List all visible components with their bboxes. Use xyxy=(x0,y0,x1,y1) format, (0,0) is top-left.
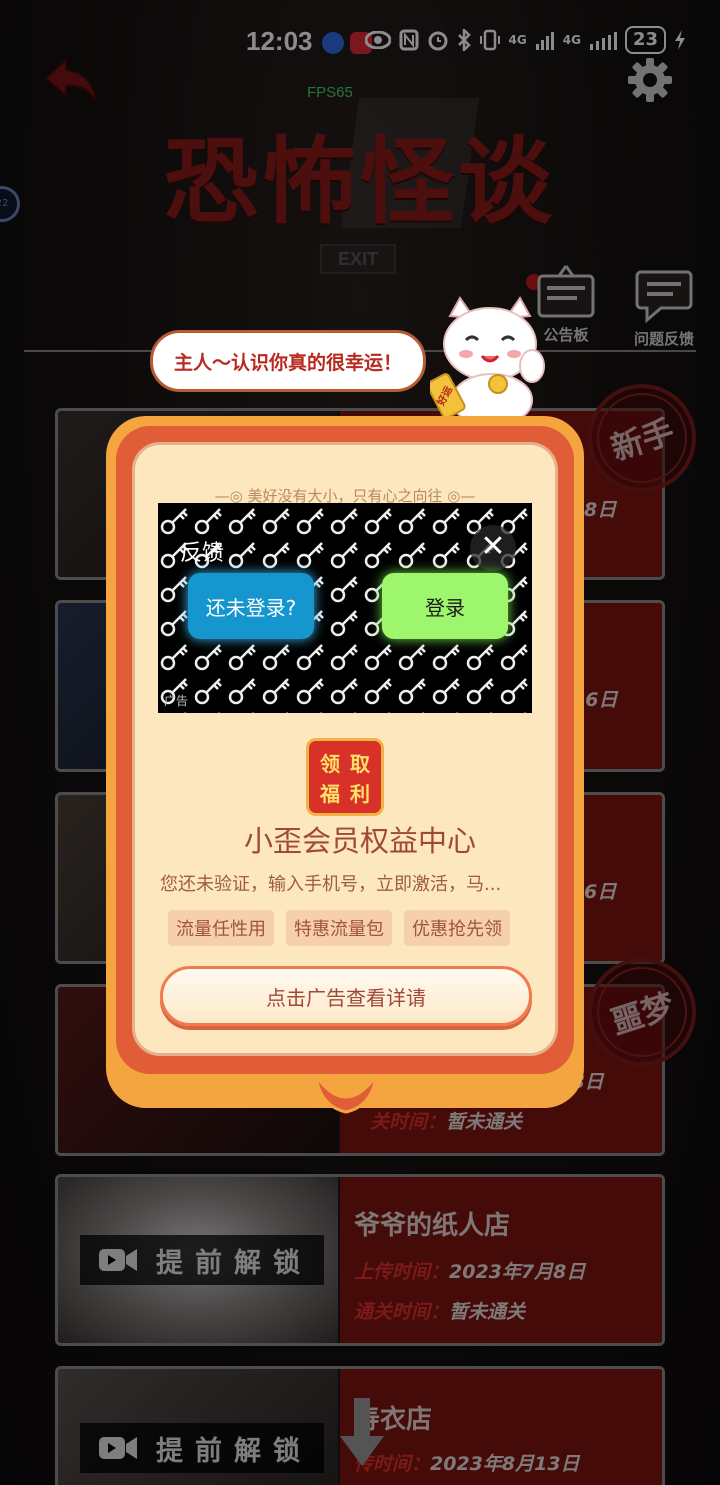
not-logged-in-button[interactable]: 还未登录? xyxy=(188,573,314,639)
promo-title: 小歪会员权益中心 xyxy=(243,824,476,858)
promo-tags: 流量任性用 特惠流量包 优惠抢先领 xyxy=(168,910,510,946)
logo-char: 取 xyxy=(350,751,370,776)
ad-feedback-button[interactable]: 反馈 xyxy=(180,535,224,567)
promo-description: 您还未验证，输入手机号，立即激活，马... xyxy=(160,874,502,895)
ad-label: 广告 xyxy=(164,694,189,708)
promo-tag: 流量任性用 xyxy=(168,910,274,946)
logo-char: 利 xyxy=(350,781,370,806)
speech-bubble: 主人～认识你真的很幸运！ xyxy=(150,330,426,392)
view-ad-details-button[interactable]: 点击广告查看详请 xyxy=(160,966,532,1026)
promo-tag: 优惠抢先领 xyxy=(404,910,510,946)
promo-tag: 特惠流量包 xyxy=(286,910,392,946)
lucky-cat-mascot-icon: 好运 xyxy=(430,296,545,426)
login-button[interactable]: 登录 xyxy=(382,573,508,639)
ad-close-button[interactable]: ✕ xyxy=(470,525,516,571)
claim-benefits-logo: 领 取 福 利 xyxy=(306,738,384,816)
ad-creative[interactable]: 反馈 ✕ 还未登录? 登录 广告 xyxy=(158,503,532,713)
decorative-knot-icon xyxy=(314,1075,378,1114)
speech-text: 主人～认识你真的很幸运！ xyxy=(173,351,402,374)
logo-char: 福 xyxy=(320,781,340,806)
logo-char: 领 xyxy=(320,751,340,776)
